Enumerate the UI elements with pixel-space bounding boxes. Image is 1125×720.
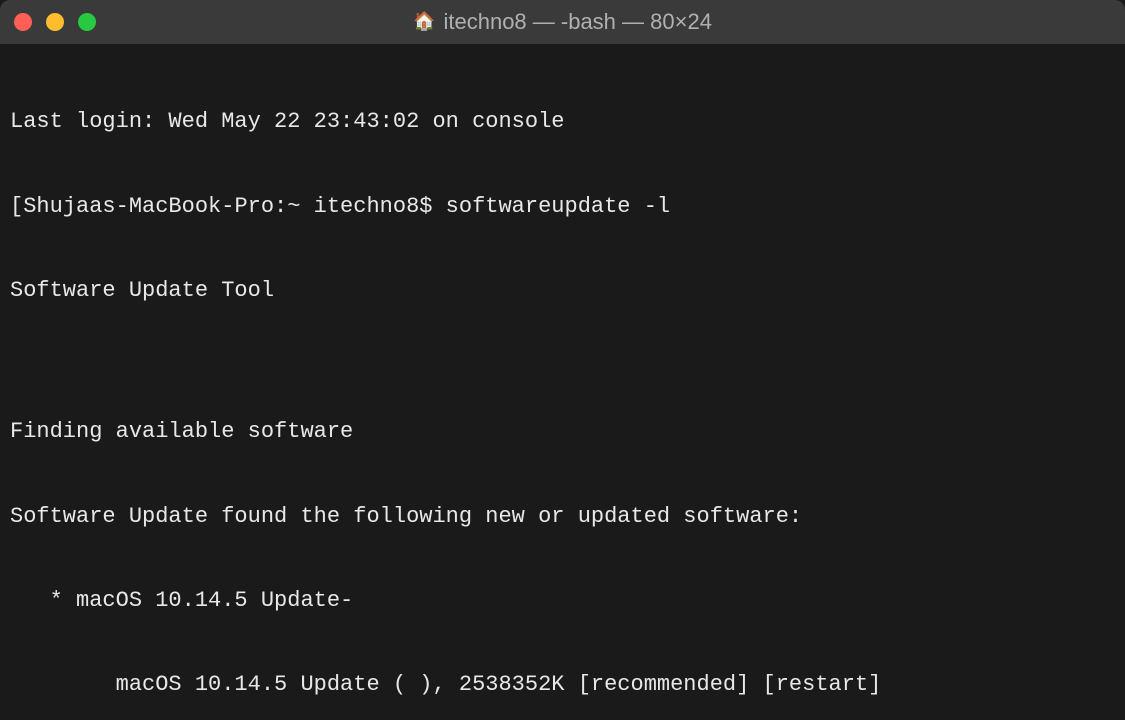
found-heading-line: Software Update found the following new … xyxy=(10,503,1115,531)
window-title: itechno8 — -bash — 80×24 xyxy=(443,9,711,35)
prompt-bracket: [ xyxy=(10,194,23,219)
home-icon: 🏠 xyxy=(413,11,435,33)
traffic-lights xyxy=(14,13,96,31)
close-icon[interactable] xyxy=(14,13,32,31)
terminal-body[interactable]: Last login: Wed May 22 23:43:02 on conso… xyxy=(0,44,1125,720)
command-text: softwareupdate -l xyxy=(446,194,670,219)
titlebar[interactable]: 🏠 itechno8 — -bash — 80×24 xyxy=(0,0,1125,44)
terminal-window: 🏠 itechno8 — -bash — 80×24 Last login: W… xyxy=(0,0,1125,720)
prompt-line-1: [Shujaas-MacBook-Pro:~ itechno8$ softwar… xyxy=(10,193,1115,221)
tool-name-line: Software Update Tool xyxy=(10,277,1115,305)
minimize-icon[interactable] xyxy=(46,13,64,31)
update-item-1-detail: macOS 10.14.5 Update ( ), 2538352K [reco… xyxy=(10,671,1115,699)
title-container: 🏠 itechno8 — -bash — 80×24 xyxy=(0,9,1125,35)
finding-line: Finding available software xyxy=(10,418,1115,446)
maximize-icon[interactable] xyxy=(78,13,96,31)
last-login-line: Last login: Wed May 22 23:43:02 on conso… xyxy=(10,108,1115,136)
update-item-1-bullet: * macOS 10.14.5 Update- xyxy=(10,587,1115,615)
prompt-text: Shujaas-MacBook-Pro:~ itechno8$ xyxy=(23,194,445,219)
